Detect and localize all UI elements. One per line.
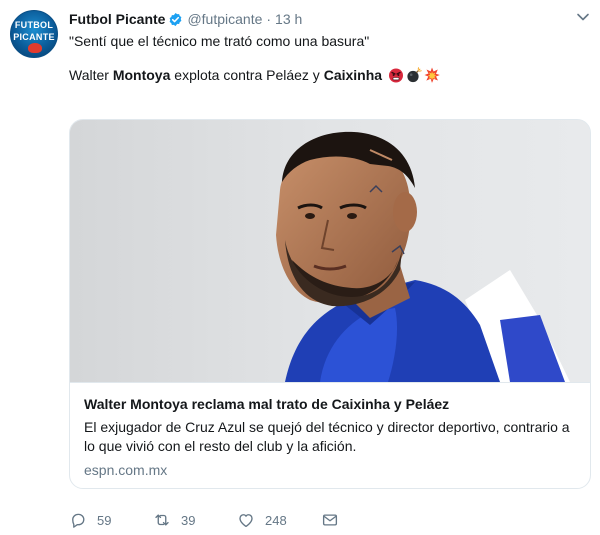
like-button[interactable]: 248 <box>237 511 321 529</box>
collision-icon <box>424 67 440 83</box>
headline-bold-name-2: Caixinha <box>323 67 383 83</box>
bomb-icon <box>406 67 422 83</box>
retweet-button[interactable]: 39 <box>153 511 237 529</box>
card-body[interactable]: Walter Montoya reclama mal trato de Caix… <box>70 382 590 478</box>
user-handle[interactable]: @futpicante <box>187 11 262 27</box>
headline-text-2: explota contra Peláez y <box>170 67 324 83</box>
direct-message-button[interactable] <box>321 511 405 529</box>
reply-button[interactable]: 59 <box>69 511 153 529</box>
avatar[interactable]: FUTBOL PICANTE <box>10 10 58 58</box>
avatar-text-bottom: PICANTE <box>13 32 55 42</box>
headline-bold-name: Montoya <box>112 67 171 83</box>
tweet-actions: 59 39 248 <box>69 510 405 530</box>
tweet-header: Futbol Picante @futpicante · 13 h <box>69 9 302 29</box>
card-title[interactable]: Walter Montoya reclama mal trato de Caix… <box>84 396 449 412</box>
card-domain: espn.com.mx <box>84 462 168 478</box>
flame-icon <box>28 43 42 53</box>
display-name[interactable]: Futbol Picante <box>69 11 165 27</box>
avatar-text-top: FUTBOL <box>14 20 54 30</box>
reply-icon <box>72 513 85 528</box>
tweet-text-quote: "Sentí que el técnico me trató como una … <box>69 33 370 49</box>
like-count: 248 <box>265 512 287 528</box>
retweet-icon <box>155 514 169 526</box>
envelope-icon <box>322 514 338 526</box>
retweet-count: 39 <box>181 512 196 528</box>
separator-dot: · <box>266 11 272 27</box>
headline-text-1: Walter <box>69 67 113 83</box>
link-card[interactable]: Walter Montoya reclama mal trato de Caix… <box>69 119 591 489</box>
player-photo-illustration <box>70 120 590 382</box>
tweet-text-headline: Walter Montoya explota contra Peláez y C… <box>69 67 440 83</box>
card-image[interactable] <box>70 120 590 382</box>
angry-face-icon <box>388 67 404 83</box>
reply-count: 59 <box>97 512 112 528</box>
chevron-down-icon[interactable] <box>576 10 590 24</box>
timestamp[interactable]: 13 h <box>275 11 302 27</box>
card-description: El exjugador de Cruz Azul se quejó del t… <box>84 419 570 454</box>
verified-badge-icon <box>168 12 183 27</box>
tweet: FUTBOL PICANTE Futbol Picante @futpicant… <box>0 0 600 535</box>
heart-icon <box>239 514 253 528</box>
